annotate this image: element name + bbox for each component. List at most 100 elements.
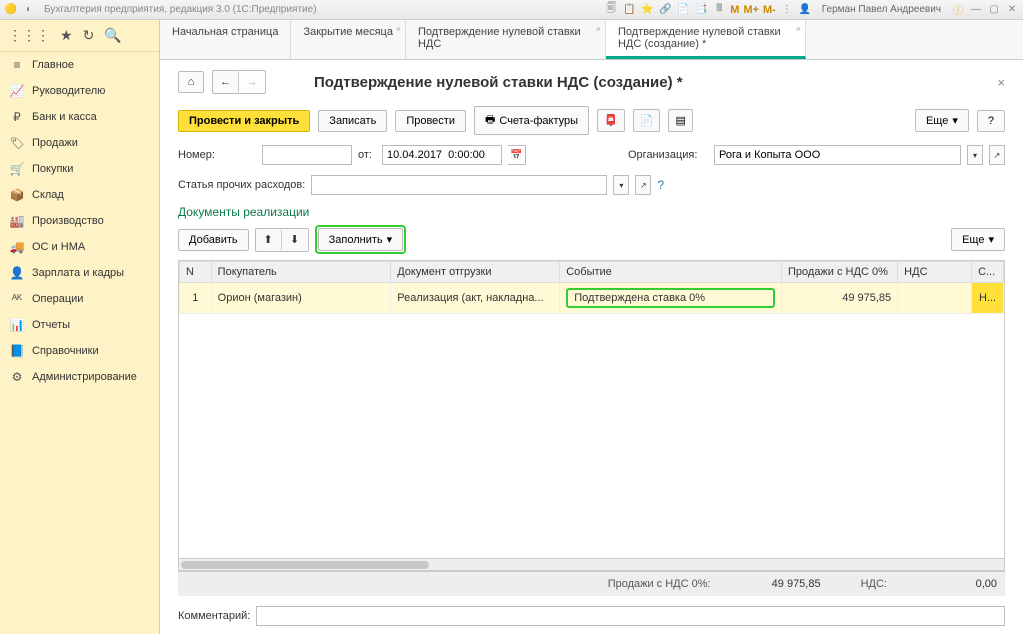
tab-close-icon[interactable]: ×: [596, 24, 601, 34]
mem-m-plus[interactable]: M+: [743, 4, 759, 16]
cell-sales: 49 975,85: [782, 283, 898, 314]
comment-input[interactable]: [256, 606, 1005, 626]
cell-n: 1: [180, 283, 212, 314]
sidebar-item-11[interactable]: 📘Справочники: [0, 338, 159, 364]
col-n[interactable]: N: [180, 262, 212, 283]
post-and-close-button[interactable]: Провести и закрыть: [178, 110, 310, 132]
report-button[interactable]: 📮: [597, 109, 625, 132]
tab-close-icon[interactable]: ×: [796, 24, 801, 34]
calendar-icon[interactable]: 📅: [508, 145, 526, 165]
chevron-down-icon: ▾: [387, 233, 393, 246]
col-shipment[interactable]: Документ отгрузки: [391, 262, 560, 283]
toolbar-icon[interactable]: 📋: [622, 3, 636, 17]
sidebar-item-12[interactable]: ⚙Администрирование: [0, 364, 159, 390]
tab-2[interactable]: Подтверждение нулевой ставки НДС×: [406, 20, 606, 59]
document-area: ⌂ ← → Подтверждение нулевой ставки НДС (…: [160, 60, 1023, 634]
sidebar-item-5[interactable]: 📦Склад: [0, 182, 159, 208]
cell-shipment: Реализация (акт, накладна...: [391, 283, 560, 314]
sidebar-item-9[interactable]: ᴬᴷОперации: [0, 286, 159, 312]
sidebar-item-1[interactable]: 📈Руководителю: [0, 78, 159, 104]
back-button[interactable]: ←: [213, 71, 239, 93]
back-icon[interactable]: ◐: [22, 3, 36, 17]
home-button[interactable]: ⌂: [178, 71, 204, 93]
tab-1[interactable]: Закрытие месяца×: [291, 20, 406, 59]
expense-input[interactable]: [311, 175, 607, 195]
content: Начальная страницаЗакрытие месяца×Подтве…: [160, 20, 1023, 634]
sidebar-item-label: Руководителю: [32, 85, 105, 97]
sidebar-item-4[interactable]: 🛒Покупки: [0, 156, 159, 182]
toolbar-icon[interactable]: 🗐: [604, 3, 618, 17]
toolbar-icon[interactable]: 📄: [676, 3, 690, 17]
org-open-icon[interactable]: ↗: [989, 145, 1005, 165]
minimize-button[interactable]: —: [969, 3, 983, 17]
sidebar-item-8[interactable]: 👤Зарплата и кадры: [0, 260, 159, 286]
list-button[interactable]: ▤: [668, 109, 692, 132]
move-down-button[interactable]: ⬇: [282, 229, 308, 251]
post-button[interactable]: Провести: [395, 110, 466, 132]
help-icon[interactable]: ?: [657, 178, 664, 192]
sidebar-item-icon: ᴬᴷ: [10, 292, 24, 306]
add-button[interactable]: Добавить: [178, 229, 249, 251]
tab-3[interactable]: Подтверждение нулевой ставки НДС (создан…: [606, 20, 806, 59]
horizontal-scrollbar[interactable]: [179, 558, 1004, 570]
link-button[interactable]: 📄: [633, 109, 661, 132]
toolbar-icon[interactable]: 📑: [694, 3, 708, 17]
sidebar-item-6[interactable]: 🏭Производство: [0, 208, 159, 234]
save-button[interactable]: Записать: [318, 110, 387, 132]
document-close-icon[interactable]: ×: [997, 75, 1005, 90]
move-up-button[interactable]: ⬆: [256, 229, 282, 251]
documents-table: N Покупатель Документ отгрузки Событие П…: [179, 261, 1004, 314]
sidebar-item-label: Покупки: [32, 163, 73, 175]
search-icon[interactable]: 🔍: [104, 27, 121, 44]
sidebar-item-icon: 📦: [10, 188, 24, 202]
col-buyer[interactable]: Покупатель: [211, 262, 391, 283]
expense-dropdown-icon[interactable]: ▾: [613, 175, 629, 195]
sidebar-item-7[interactable]: 🚚 ОС и НМА: [0, 234, 159, 260]
calc-icon[interactable]: 🖩: [712, 3, 726, 17]
sidebar-item-2[interactable]: ₽Банк и касса: [0, 104, 159, 130]
fill-highlight: Заполнить ▾: [315, 225, 407, 254]
total-sales-value: 49 975,85: [751, 578, 821, 590]
maximize-button[interactable]: ▢: [987, 3, 1001, 17]
app-icon: 🟡: [4, 3, 18, 17]
mem-m[interactable]: M: [730, 4, 739, 16]
date-input[interactable]: [382, 145, 502, 165]
more-button[interactable]: Еще ▾: [915, 109, 969, 132]
invoices-button[interactable]: 🖶Счета-фактуры: [474, 106, 589, 135]
sep-icon: ⋮: [780, 3, 794, 17]
printer-icon: 🖶: [485, 111, 495, 130]
star-icon[interactable]: ★: [60, 27, 73, 44]
history-icon[interactable]: ↻: [83, 27, 95, 44]
col-last[interactable]: С...: [972, 262, 1004, 283]
help-button[interactable]: ?: [977, 110, 1005, 132]
forward-button[interactable]: →: [239, 71, 265, 93]
cell-event: Подтверждена ставка 0%: [560, 283, 782, 314]
fill-button[interactable]: Заполнить ▾: [318, 228, 404, 251]
org-dropdown-icon[interactable]: ▾: [967, 145, 983, 165]
table-more-button[interactable]: Еще ▾: [951, 228, 1005, 251]
tab-0[interactable]: Начальная страница: [160, 20, 291, 59]
info-icon[interactable]: ⓘ: [951, 3, 965, 17]
org-input[interactable]: [714, 145, 961, 165]
app-title: Бухгалтерия предприятия, редакция 3.0 (1…: [44, 4, 317, 15]
col-event[interactable]: Событие: [560, 262, 782, 283]
table-row[interactable]: 1Орион (магазин)Реализация (акт, накладн…: [180, 283, 1004, 314]
apps-icon[interactable]: ⋮⋮⋮: [8, 27, 50, 44]
sidebar-item-icon: 📘: [10, 344, 24, 358]
close-button[interactable]: ✕: [1005, 3, 1019, 17]
sidebar-item-3[interactable]: 🏷Продажи: [0, 130, 159, 156]
col-nds[interactable]: НДС: [898, 262, 972, 283]
col-sales[interactable]: Продажи с НДС 0%: [782, 262, 898, 283]
sidebar-item-icon: 🚚: [10, 240, 24, 254]
sidebar-item-label: Производство: [32, 215, 104, 227]
toolbar-icon[interactable]: 🔗: [658, 3, 672, 17]
sidebar-item-label: Главное: [32, 59, 74, 71]
sidebar-item-label: ОС и НМА: [32, 241, 85, 253]
expense-open-icon[interactable]: ↗: [635, 175, 651, 195]
tab-close-icon[interactable]: ×: [396, 24, 401, 34]
sidebar-item-0[interactable]: ≡Главное: [0, 52, 159, 78]
toolbar-icon[interactable]: ⭐: [640, 3, 654, 17]
number-input[interactable]: [262, 145, 352, 165]
sidebar-item-10[interactable]: 📊Отчеты: [0, 312, 159, 338]
mem-m-minus[interactable]: M-: [763, 4, 776, 16]
